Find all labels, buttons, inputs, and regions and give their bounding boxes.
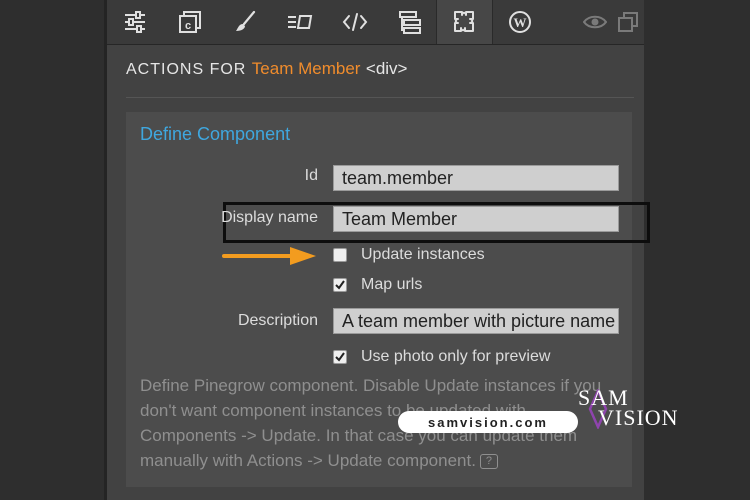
description-label: Description [237, 312, 318, 329]
map-urls-row[interactable]: Map urls [333, 276, 422, 294]
wordpress-icon: W [509, 11, 531, 33]
heading-divider [126, 97, 634, 98]
update-instances-checkbox[interactable] [333, 248, 347, 262]
panel-toolbar: c W [107, 0, 644, 45]
watermark-logo-line2: VISION [598, 405, 679, 430]
watermark-logo: SAM VISION [578, 385, 678, 433]
checkmark-icon [335, 280, 345, 290]
description-input[interactable]: A team member with picture name [333, 308, 619, 334]
update-instances-row[interactable]: Update instances [333, 246, 485, 264]
actions-component-name: Team Member [251, 59, 361, 78]
tree-icon [399, 11, 421, 34]
tree-tool-button[interactable] [382, 0, 438, 44]
code-tool-button[interactable] [327, 0, 383, 44]
style-brush-icon [236, 10, 256, 31]
actions-puzzle-icon [453, 11, 474, 32]
library-icon [288, 15, 313, 29]
properties-tool-button[interactable] [107, 0, 163, 44]
left-background [0, 0, 106, 500]
watermark-url: samvision.com [398, 411, 578, 433]
use-photo-checkbox[interactable] [333, 350, 347, 364]
use-photo-label: Use photo only for preview [361, 348, 551, 365]
actions-heading-prefix: ACTIONS FOR [126, 61, 247, 78]
actions-heading: ACTIONS FOR Team Member <div> [126, 59, 407, 79]
duplicate-button[interactable] [612, 0, 644, 44]
checkmark-icon [335, 352, 345, 362]
wordpress-tool-button[interactable]: W [492, 0, 548, 44]
define-component-title: Define Component [140, 124, 291, 144]
svg-text:W: W [514, 15, 527, 30]
id-label: Id [304, 167, 318, 184]
style-tool-button[interactable] [217, 0, 273, 44]
svg-text:c: c [185, 20, 191, 32]
library-tool-button[interactable] [272, 0, 328, 44]
display-name-input[interactable]: Team Member [333, 206, 619, 232]
map-urls-label: Map urls [361, 276, 423, 293]
properties-icon [125, 11, 145, 33]
components-tool-button[interactable]: c [162, 0, 218, 44]
help-question-icon[interactable]: ? [479, 454, 498, 470]
annotation-arrow-icon [222, 247, 316, 265]
map-urls-checkbox[interactable] [333, 278, 347, 292]
display-name-label: Display name [221, 209, 318, 226]
use-photo-row[interactable]: Use photo only for preview [333, 348, 550, 366]
code-icon [342, 13, 368, 31]
update-instances-label: Update instances [361, 246, 485, 263]
id-input[interactable]: team.member [333, 165, 619, 191]
actions-tool-button[interactable] [436, 0, 493, 44]
components-icon: c [179, 11, 201, 33]
actions-element-tag: <div> [365, 59, 408, 78]
preview-eye-button[interactable] [577, 0, 613, 44]
eye-icon [583, 15, 607, 29]
duplicate-icon [618, 12, 638, 32]
